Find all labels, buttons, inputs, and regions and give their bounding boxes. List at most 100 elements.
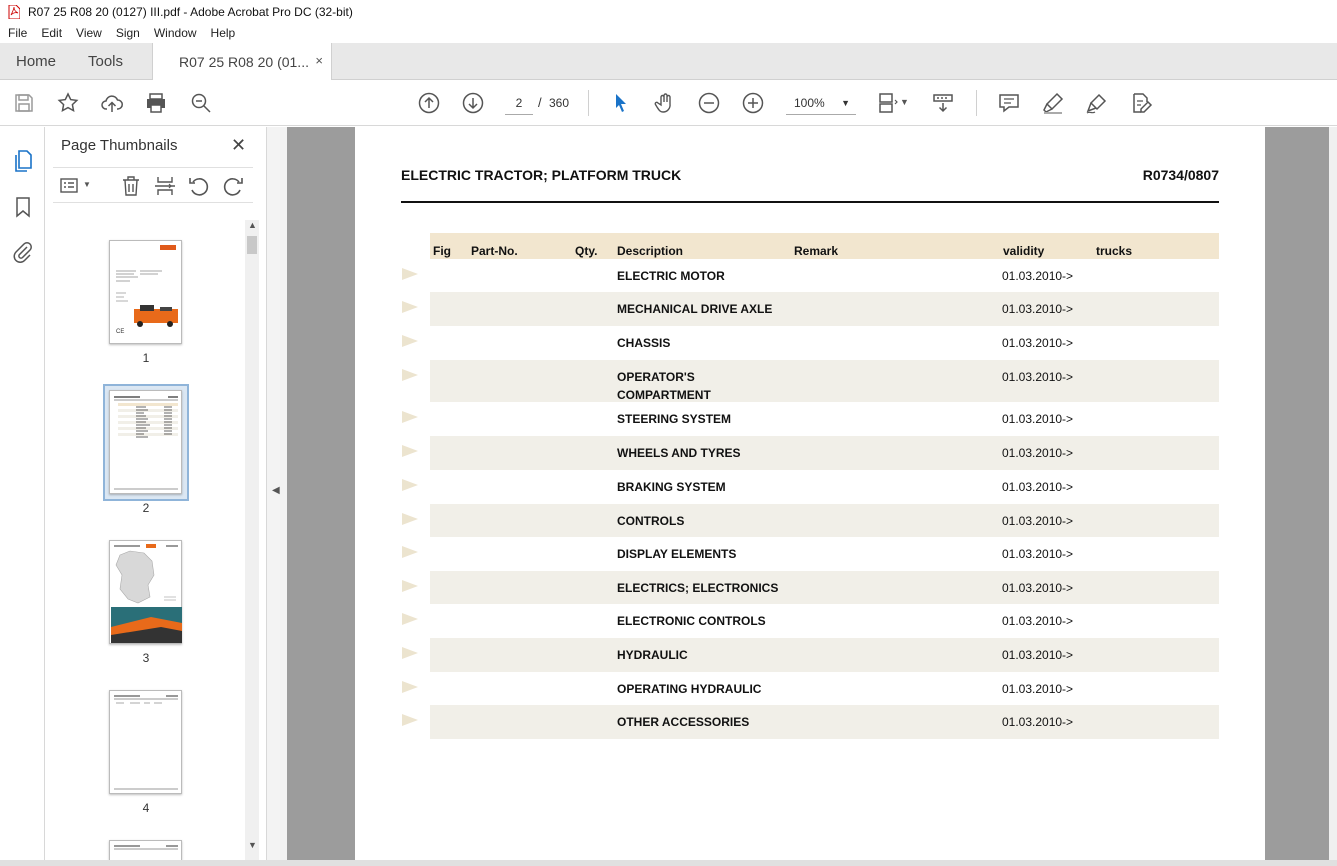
tab-document-label: R07 25 R08 20 (01... — [179, 53, 309, 70]
row-description: MECHANICAL DRIVE AXLE — [617, 302, 773, 316]
save-icon[interactable] — [12, 91, 36, 115]
col-validity: validity — [1003, 244, 1045, 258]
table-row[interactable]: ELECTRIC MOTOR 01.03.2010-> — [402, 259, 1219, 292]
row-link-arrow-icon[interactable] — [402, 681, 418, 693]
page-5-preview-icon — [114, 845, 178, 850]
close-panel-icon[interactable]: ✕ — [231, 135, 246, 156]
pdf-page: ELECTRIC TRACTOR; PLATFORM TRUCK R0734/0… — [355, 127, 1265, 860]
row-link-arrow-icon[interactable] — [402, 369, 418, 381]
row-description: STEERING SYSTEM — [617, 412, 732, 426]
row-link-arrow-icon[interactable] — [402, 335, 418, 347]
row-description: CHASSIS — [617, 336, 671, 350]
zoom-in-icon[interactable] — [741, 91, 765, 115]
table-row[interactable]: BRAKING SYSTEM 01.03.2010-> — [402, 470, 1219, 504]
row-link-arrow-icon[interactable] — [402, 479, 418, 491]
comment-icon[interactable] — [997, 91, 1021, 115]
collapse-panel-handle[interactable]: ◀ — [267, 127, 287, 860]
select-arrow-icon[interactable] — [609, 91, 633, 115]
row-description: ELECTRIC MOTOR — [617, 269, 725, 283]
page-3-preview-icon — [111, 544, 182, 643]
row-validity: 01.03.2010-> — [1002, 648, 1074, 662]
fit-page-dropdown-icon[interactable]: ▼ — [900, 97, 909, 107]
row-link-arrow-icon[interactable] — [402, 301, 418, 313]
parts-table: Fig Part-No. Qty. Description Remark val… — [402, 233, 1219, 739]
close-tab-icon[interactable]: × — [315, 53, 323, 68]
col-fig: Fig — [433, 244, 451, 258]
scrollbar-thumb[interactable] — [247, 236, 257, 254]
edit-pdf-icon[interactable] — [1129, 91, 1153, 115]
upload-icon[interactable] — [100, 91, 124, 115]
row-link-arrow-icon[interactable] — [402, 411, 418, 423]
row-link-arrow-icon[interactable] — [402, 268, 418, 280]
page-thumbnail-2[interactable] — [109, 390, 182, 494]
toolbar-divider — [588, 90, 589, 116]
table-row[interactable]: OPERATOR'S COMPARTMENT 01.03.2010-> — [402, 360, 1219, 402]
chevron-down-icon: ▼ — [841, 98, 850, 108]
page-thumbnail-1[interactable]: CE — [109, 240, 182, 344]
page-thumbnail-5[interactable] — [109, 840, 182, 860]
scroll-up-icon[interactable]: ▲ — [248, 220, 257, 230]
table-row[interactable]: STEERING SYSTEM 01.03.2010-> — [402, 402, 1219, 436]
menu-edit[interactable]: Edit — [33, 26, 68, 40]
scroll-mode-icon[interactable] — [931, 91, 955, 115]
menu-file[interactable]: File — [0, 26, 33, 40]
chevron-down-icon[interactable]: ▼ — [83, 180, 91, 189]
tab-home[interactable]: Home — [16, 43, 56, 80]
sign-icon[interactable] — [1085, 91, 1109, 115]
row-link-arrow-icon[interactable] — [402, 647, 418, 659]
tab-tools[interactable]: Tools — [88, 43, 123, 80]
document-view[interactable]: ELECTRIC TRACTOR; PLATFORM TRUCK R0734/0… — [287, 127, 1337, 860]
highlight-icon[interactable] — [1041, 91, 1065, 115]
table-row[interactable]: HYDRAULIC 01.03.2010-> — [402, 638, 1219, 672]
fit-page-icon[interactable] — [876, 91, 900, 115]
row-link-arrow-icon[interactable] — [402, 546, 418, 558]
menu-view[interactable]: View — [68, 26, 108, 40]
table-row[interactable]: MECHANICAL DRIVE AXLE 01.03.2010-> — [402, 292, 1219, 326]
row-link-arrow-icon[interactable] — [402, 580, 418, 592]
tab-document[interactable]: R07 25 R08 20 (01... × — [152, 43, 332, 80]
page-down-icon[interactable] — [461, 91, 485, 115]
scroll-down-icon[interactable]: ▼ — [248, 840, 257, 850]
attachment-icon[interactable] — [11, 240, 35, 264]
hand-icon[interactable] — [653, 91, 677, 115]
rotate-left-icon[interactable] — [187, 174, 211, 198]
extract-page-icon[interactable] — [153, 174, 177, 198]
page-number-input[interactable]: 2 — [505, 91, 533, 115]
page-thumbnails-icon[interactable] — [11, 149, 35, 173]
table-row[interactable]: WHEELS AND TYRES 01.03.2010-> — [402, 436, 1219, 470]
thumbnails-panel: Page Thumbnails ✕ ▼ CE 1 2 3 4 — [45, 127, 267, 860]
table-row[interactable]: CONTROLS 01.03.2010-> — [402, 504, 1219, 537]
rotate-right-icon[interactable] — [221, 174, 245, 198]
bookmark-icon[interactable] — [11, 195, 35, 219]
table-row[interactable]: ELECTRONIC CONTROLS 01.03.2010-> — [402, 604, 1219, 638]
page-thumbnail-3[interactable] — [109, 540, 182, 644]
table-row[interactable]: CHASSIS 01.03.2010-> — [402, 326, 1219, 360]
page-up-icon[interactable] — [417, 91, 441, 115]
svg-text:CE: CE — [116, 329, 124, 335]
document-scrollbar[interactable] — [1329, 127, 1337, 860]
delete-page-icon[interactable] — [119, 174, 143, 198]
bookmark-star-icon[interactable] — [56, 91, 80, 115]
thumbnails-scrollbar[interactable]: ▲ ▼ — [245, 220, 259, 860]
page-thumbnail-4[interactable] — [109, 690, 182, 794]
menu-sign[interactable]: Sign — [108, 26, 146, 40]
search-zoom-icon[interactable] — [189, 91, 213, 115]
print-icon[interactable] — [144, 91, 168, 115]
row-link-arrow-icon[interactable] — [402, 513, 418, 525]
row-description: HYDRAULIC — [617, 648, 688, 662]
row-link-arrow-icon[interactable] — [402, 714, 418, 726]
menu-window[interactable]: Window — [146, 26, 203, 40]
row-validity: 01.03.2010-> — [1002, 370, 1074, 384]
table-row[interactable]: DISPLAY ELEMENTS 01.03.2010-> — [402, 537, 1219, 571]
menu-help[interactable]: Help — [203, 26, 242, 40]
thumbnail-options-icon[interactable] — [59, 174, 83, 198]
page-1-preview-icon: CE — [116, 245, 178, 335]
horizontal-scrollbar[interactable] — [0, 860, 1337, 866]
table-row[interactable]: OTHER ACCESSORIES 01.03.2010-> — [402, 705, 1219, 739]
zoom-level-select[interactable]: 100% ▼ — [786, 91, 856, 115]
table-row[interactable]: ELECTRICS; ELECTRONICS 01.03.2010-> — [402, 571, 1219, 604]
row-link-arrow-icon[interactable] — [402, 445, 418, 457]
row-link-arrow-icon[interactable] — [402, 613, 418, 625]
table-row[interactable]: OPERATING HYDRAULIC 01.03.2010-> — [402, 672, 1219, 705]
zoom-out-icon[interactable] — [697, 91, 721, 115]
